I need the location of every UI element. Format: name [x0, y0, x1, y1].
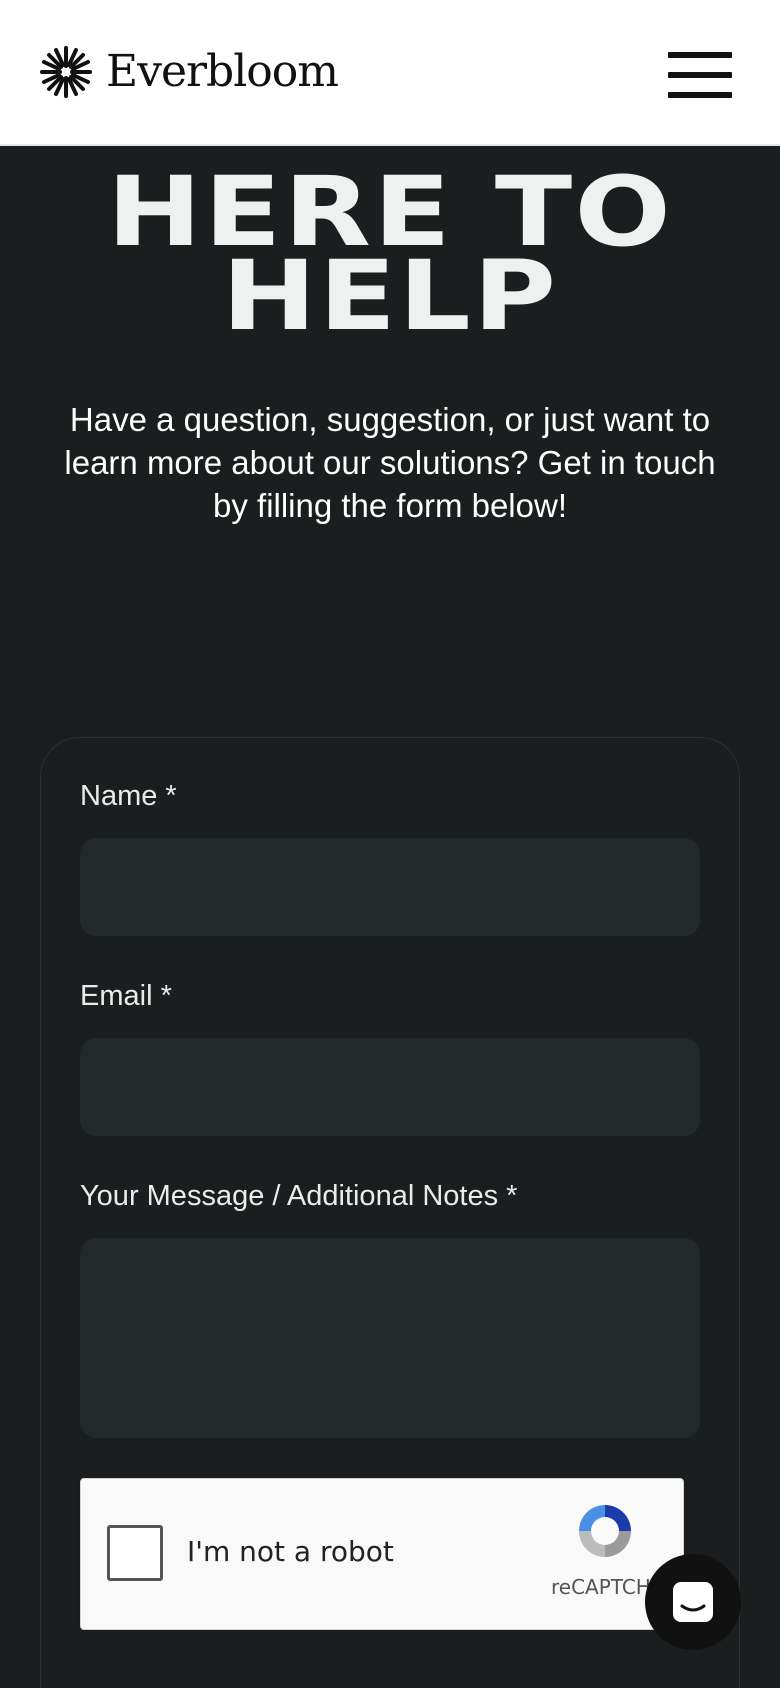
email-input[interactable]	[80, 1038, 700, 1136]
message-label: Your Message / Additional Notes *	[80, 1180, 518, 1212]
menu-bar	[668, 72, 732, 78]
name-input[interactable]	[80, 838, 700, 936]
menu-bar	[668, 52, 732, 58]
page-subtitle: Have a question, suggestion, or just wan…	[64, 401, 716, 524]
recaptcha-icon	[579, 1505, 631, 1557]
email-label: Email *	[80, 980, 172, 1012]
brand-name: Everbloom	[106, 46, 339, 97]
message-textarea[interactable]	[80, 1238, 700, 1438]
hamburger-menu-icon[interactable]	[668, 52, 732, 98]
menu-bar	[668, 92, 732, 98]
recaptcha-widget: I'm not a robot reCAPTCHA	[80, 1478, 684, 1630]
chat-launcher-button[interactable]	[645, 1554, 741, 1650]
recaptcha-checkbox[interactable]	[107, 1525, 163, 1581]
brand-logo[interactable]: Everbloom	[38, 44, 339, 100]
chat-bubble-icon	[673, 1582, 713, 1622]
recaptcha-label: I'm not a robot	[187, 1535, 394, 1568]
page-title: HERE TO HELP	[0, 164, 780, 344]
site-header: Everbloom	[0, 0, 780, 146]
name-label: Name *	[80, 780, 177, 812]
starburst-logo-icon	[40, 46, 92, 98]
